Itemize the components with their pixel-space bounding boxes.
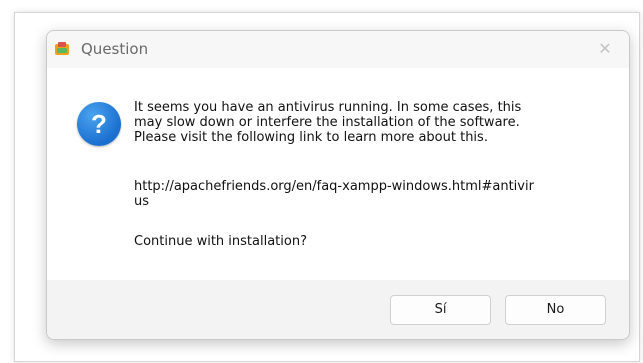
- faq-link-line: us: [134, 194, 150, 209]
- question-mark-icon: ?: [77, 102, 121, 146]
- faq-link-line: http://apachefriends.org/en/faq-xampp-wi…: [134, 179, 534, 194]
- dialog-content: ? It seems you have an antivirus running…: [47, 68, 629, 280]
- xampp-app-icon: [55, 42, 69, 55]
- close-icon[interactable]: ✕: [595, 39, 615, 59]
- message-line: may slow down or interfere the installat…: [134, 115, 520, 130]
- message-line: It seems you have an antivirus running. …: [134, 100, 522, 115]
- question-dialog: Question ✕ ? It seems you have an antivi…: [46, 30, 630, 340]
- continue-question: Continue with installation?: [134, 234, 307, 249]
- dialog-title: Question: [81, 40, 149, 58]
- dialog-titlebar[interactable]: Question ✕: [47, 31, 629, 68]
- no-button[interactable]: No: [505, 295, 606, 325]
- message-line: Please visit the following link to learn…: [134, 130, 488, 145]
- dialog-footer: Sí No: [47, 280, 629, 339]
- yes-button[interactable]: Sí: [390, 295, 491, 325]
